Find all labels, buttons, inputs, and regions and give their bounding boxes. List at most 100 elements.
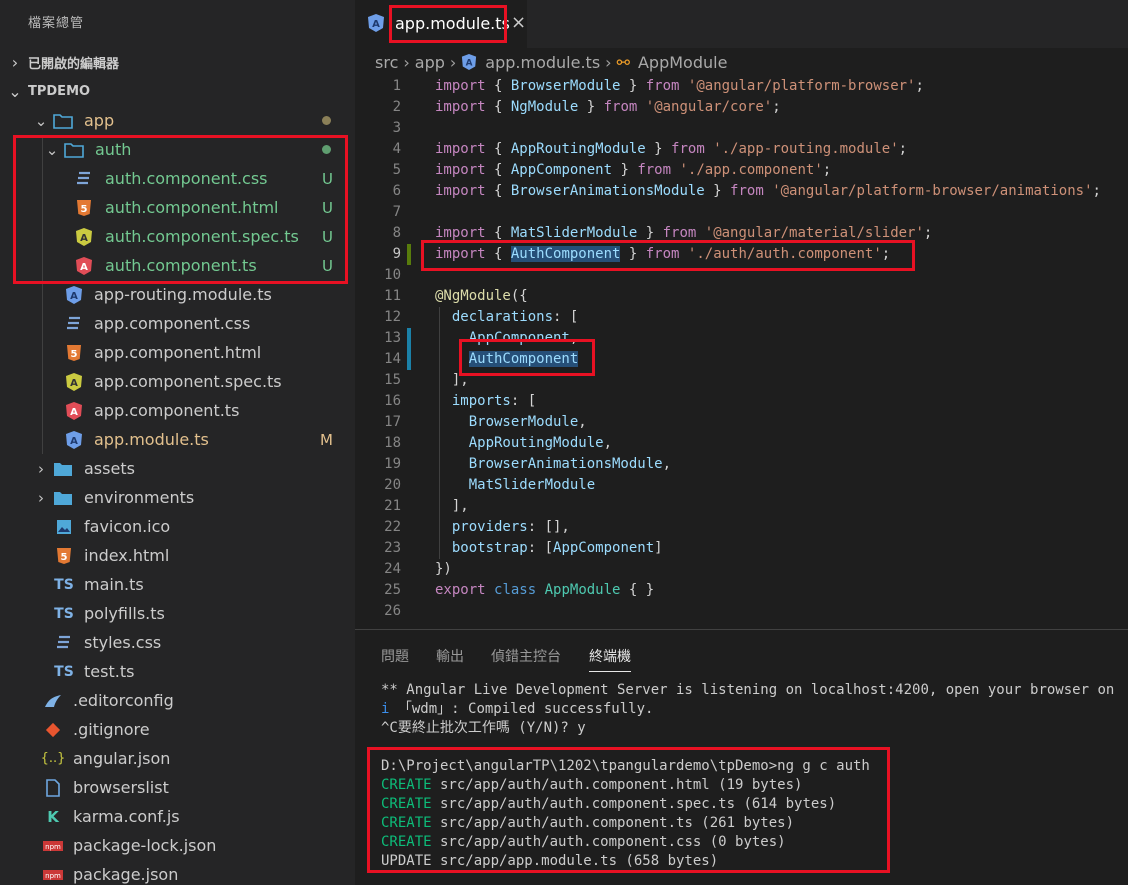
code-line[interactable]: 20 MatSliderModule: [355, 475, 1128, 496]
code-text: import { AppRoutingModule } from './app-…: [435, 139, 907, 160]
tab-app-module[interactable]: A app.module.ts ×: [355, 0, 527, 48]
code-line[interactable]: 2 import { NgModule } from '@angular/core…: [355, 97, 1128, 118]
tree-item[interactable]: ⌄ auth: [0, 135, 355, 164]
tree-item[interactable]: Aapp.component.spec.ts: [0, 367, 355, 396]
code-line[interactable]: 24}): [355, 559, 1128, 580]
code-text: AppRoutingModule,: [435, 433, 612, 454]
line-number: 5: [392, 162, 401, 178]
tree-item[interactable]: auth.component.css U: [0, 164, 355, 193]
angular-spec-icon: A: [64, 372, 84, 392]
tree-item[interactable]: ⌄ app: [0, 106, 355, 135]
code-line[interactable]: 1 import { BrowserModule } from '@angular…: [355, 76, 1128, 97]
chevron-down-icon: ⌄: [8, 82, 22, 101]
tree-item[interactable]: npm package-lock.json: [0, 831, 355, 860]
open-editors-section[interactable]: › 已開啟的編輯器: [0, 48, 355, 77]
tree-item-label: index.html: [84, 546, 170, 565]
tab-debug-console[interactable]: 偵錯主控台: [491, 646, 561, 666]
tree-item[interactable]: {..} angular.json: [0, 744, 355, 773]
code-line[interactable]: 12 declarations: [: [355, 307, 1128, 328]
tree-item[interactable]: › assets: [0, 454, 355, 483]
tree-item[interactable]: styles.css: [0, 628, 355, 657]
git-status-badge: U: [322, 256, 333, 275]
tree-item[interactable]: Aapp-routing.module.ts: [0, 280, 355, 309]
tree-item[interactable]: Aapp.component.ts: [0, 396, 355, 425]
code-line[interactable]: 19 BrowserAnimationsModule,: [355, 454, 1128, 475]
tree-item[interactable]: app.component.css: [0, 309, 355, 338]
code-line[interactable]: 14 AuthComponent: [355, 349, 1128, 370]
tree-item[interactable]: browserslist: [0, 773, 355, 802]
line-number: 21: [384, 498, 401, 514]
code-line[interactable]: 6 import { BrowserAnimationsModule } from…: [355, 181, 1128, 202]
project-section[interactable]: ⌄ TPDEMO: [0, 77, 355, 106]
code-line[interactable]: 11 @NgModule({: [355, 286, 1128, 307]
tab-terminal[interactable]: 終端機: [589, 646, 631, 666]
chevron-down-icon[interactable]: ⌄: [33, 112, 49, 130]
tree-item[interactable]: TS test.ts: [0, 657, 355, 686]
code-line[interactable]: 16 imports: [: [355, 391, 1128, 412]
tree-item[interactable]: TS main.ts: [0, 570, 355, 599]
tree-item[interactable]: .gitignore: [0, 715, 355, 744]
tree-item-label: styles.css: [84, 633, 162, 652]
code-token: providers: [451, 519, 528, 535]
tree-item-label: app.component.spec.ts: [94, 372, 282, 391]
breadcrumb-app[interactable]: app: [415, 53, 445, 72]
code-editor[interactable]: 1 import { BrowserModule } from '@angular…: [355, 76, 1128, 629]
tree-item[interactable]: › environments: [0, 483, 355, 512]
code-token: {: [485, 99, 511, 115]
code-line[interactable]: 4 import { AppRoutingModule } from './app…: [355, 139, 1128, 160]
code-line[interactable]: 17 BrowserModule,: [355, 412, 1128, 433]
code-line[interactable]: 25 export class AppModule { }: [355, 580, 1128, 601]
tree-item[interactable]: npm package.json: [0, 860, 355, 885]
code-line[interactable]: 3: [355, 118, 1128, 139]
chevron-down-icon[interactable]: ⌄: [44, 141, 60, 159]
code-line[interactable]: 13 AppComponent,: [355, 328, 1128, 349]
code-text: MatSliderModule: [435, 475, 595, 496]
code-line[interactable]: 5 import { AppComponent } from './app.com…: [355, 160, 1128, 181]
code-token: }: [620, 78, 646, 94]
code-token: }: [578, 99, 604, 115]
code-line[interactable]: 22 providers: [],: [355, 517, 1128, 538]
tree-item[interactable]: 5 index.html: [0, 541, 355, 570]
project-label: TPDEMO: [28, 84, 91, 99]
tree-item[interactable]: 5 app.component.html: [0, 338, 355, 367]
code-line[interactable]: 9 import { AuthComponent } from './auth/a…: [355, 244, 1128, 265]
tab-output[interactable]: 輸出: [436, 646, 464, 666]
breadcrumb-src[interactable]: src: [375, 53, 398, 72]
code-token: }): [435, 561, 452, 577]
tree-item-label: polyfills.ts: [84, 604, 165, 623]
code-line[interactable]: 21 ],: [355, 496, 1128, 517]
code-token: from: [603, 99, 638, 115]
tree-item[interactable]: favicon.ico: [0, 512, 355, 541]
code-token: MatSliderModule: [510, 225, 638, 241]
close-icon[interactable]: ×: [511, 12, 526, 33]
code-line[interactable]: 7: [355, 202, 1128, 223]
code-token: }: [645, 141, 672, 157]
tree-item-label: package-lock.json: [73, 836, 217, 855]
css-file-icon: [54, 633, 74, 653]
tree-item[interactable]: Aauth.component.spec.ts U: [0, 222, 355, 251]
tree-item[interactable]: .editorconfig: [0, 686, 355, 715]
code-line[interactable]: 10: [355, 265, 1128, 286]
tree-item[interactable]: Aapp.module.ts M: [0, 425, 355, 454]
breadcrumb-symbol[interactable]: AppModule: [638, 53, 727, 72]
chevron-right-icon[interactable]: ›: [33, 489, 49, 507]
tree-item-label: .gitignore: [73, 720, 150, 739]
chevron-right-icon[interactable]: ›: [33, 460, 49, 478]
code-token: class: [494, 582, 537, 598]
code-token: ],: [435, 498, 469, 514]
breadcrumb-file[interactable]: app.module.ts: [485, 53, 600, 72]
code-line[interactable]: 18 AppRoutingModule,: [355, 433, 1128, 454]
tab-problems[interactable]: 問題: [381, 646, 409, 666]
tree-item[interactable]: Kkarma.conf.js: [0, 802, 355, 831]
tree-item[interactable]: Aauth.component.ts U: [0, 251, 355, 280]
code-line[interactable]: 15 ],: [355, 370, 1128, 391]
tree-item[interactable]: 5 auth.component.html U: [0, 193, 355, 222]
code-line[interactable]: 8 import { MatSliderModule } from '@angul…: [355, 223, 1128, 244]
code-line[interactable]: 26: [355, 601, 1128, 622]
tree-item[interactable]: TS polyfills.ts: [0, 599, 355, 628]
code-token: : [: [510, 393, 537, 409]
code-line[interactable]: 23 bootstrap: [AppComponent]: [355, 538, 1128, 559]
git-status-badge: U: [322, 227, 333, 246]
